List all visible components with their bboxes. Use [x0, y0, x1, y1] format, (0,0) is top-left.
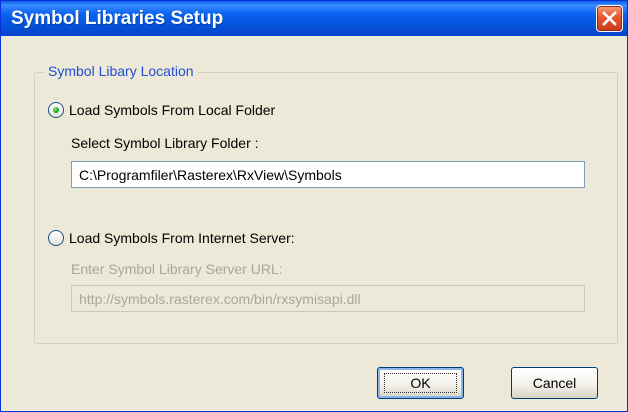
- internet-server-radio-option[interactable]: Load Symbols From Internet Server:: [48, 227, 358, 249]
- close-icon: [602, 11, 617, 26]
- local-folder-radio-label: Load Symbols From Local Folder: [69, 102, 276, 118]
- internet-server-radio-label: Load Symbols From Internet Server:: [69, 230, 295, 246]
- symbol-libraries-setup-dialog: Symbol Libraries Setup Symbol Libary Loc…: [0, 0, 628, 412]
- cancel-button-label: Cancel: [532, 375, 577, 391]
- server-url-label: Enter Symbol Library Server URL:: [71, 261, 283, 277]
- local-folder-radio-option[interactable]: Load Symbols From Local Folder: [48, 99, 318, 121]
- ok-button[interactable]: OK: [377, 367, 464, 399]
- local-folder-radio[interactable]: [48, 102, 64, 118]
- selected-radio-dot: [53, 107, 59, 113]
- server-url-input: [71, 285, 585, 312]
- symbol-folder-label: Select Symbol Library Folder :: [71, 135, 259, 151]
- symbol-folder-input[interactable]: [71, 161, 585, 188]
- internet-server-radio[interactable]: [48, 230, 64, 246]
- group-title: Symbol Libary Location: [44, 62, 198, 80]
- window-title: Symbol Libraries Setup: [11, 8, 224, 29]
- cancel-button[interactable]: Cancel: [511, 367, 598, 399]
- ok-button-label: OK: [410, 375, 431, 391]
- close-button[interactable]: [596, 5, 623, 32]
- title-bar[interactable]: Symbol Libraries Setup: [1, 1, 627, 36]
